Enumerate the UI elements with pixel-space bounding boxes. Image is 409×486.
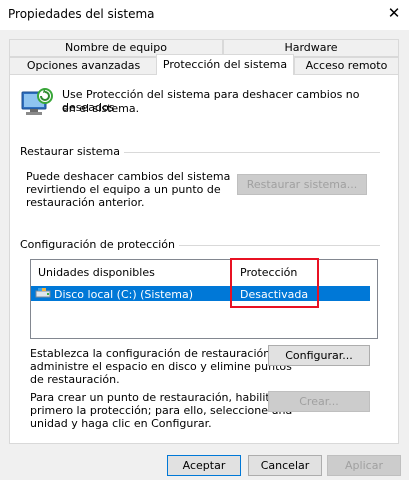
tab-label: Acceso remoto: [305, 59, 388, 72]
drive-icon: [35, 287, 51, 299]
tab-label: Nombre de equipo: [65, 41, 167, 54]
tab-opciones-avanzadas[interactable]: Opciones avanzadas: [9, 57, 158, 75]
cancel-button[interactable]: Cancelar: [248, 455, 322, 476]
protection-group-label: Configuración de protección: [20, 238, 180, 251]
close-button[interactable]: ✕: [384, 3, 404, 23]
create-button[interactable]: Crear...: [268, 391, 370, 412]
configure-desc-line1: Establezca la configuración de restaurac…: [30, 347, 274, 360]
background-strip: [0, 480, 409, 486]
tab-label: Opciones avanzadas: [26, 59, 141, 72]
restore-desc-line1: Puede deshacer cambios del sistema: [26, 170, 231, 183]
ok-button[interactable]: Aceptar: [167, 455, 241, 476]
window-title: Propiedades del sistema: [8, 7, 155, 21]
tab-acceso-remoto[interactable]: Acceso remoto: [294, 57, 399, 75]
tab-label: Protección del sistema: [162, 58, 288, 71]
system-protection-icon: [20, 86, 54, 120]
create-desc-line1: Para crear un punto de restauración, hab…: [30, 391, 277, 404]
intro-text-line2: en el sistema.: [62, 102, 140, 115]
restore-desc-line3: restauración anterior.: [26, 196, 145, 209]
create-desc-line3: unidad y haga clic en Configurar.: [30, 417, 212, 430]
column-header-drives[interactable]: Unidades disponibles: [38, 266, 155, 279]
configure-desc-line3: de restauración.: [30, 373, 120, 386]
restore-desc-line2: revirtiendo el equipo a un punto de: [26, 183, 221, 196]
restore-group-label: Restaurar sistema: [20, 145, 125, 158]
restore-system-button[interactable]: Restaurar sistema...: [237, 174, 367, 195]
create-desc-line2: primero la protección; para ello, selecc…: [30, 404, 293, 417]
drive-name: Disco local (C:) (Sistema): [54, 288, 194, 301]
configure-desc-line2: administre el espacio en disco y elimine…: [30, 360, 292, 373]
highlight-annotation: [230, 258, 319, 308]
tab-label: Hardware: [284, 41, 338, 54]
tab-proteccion-del-sistema[interactable]: Protección del sistema: [156, 54, 294, 75]
apply-button[interactable]: Aplicar: [327, 455, 401, 476]
configure-button[interactable]: Configurar...: [268, 345, 370, 366]
